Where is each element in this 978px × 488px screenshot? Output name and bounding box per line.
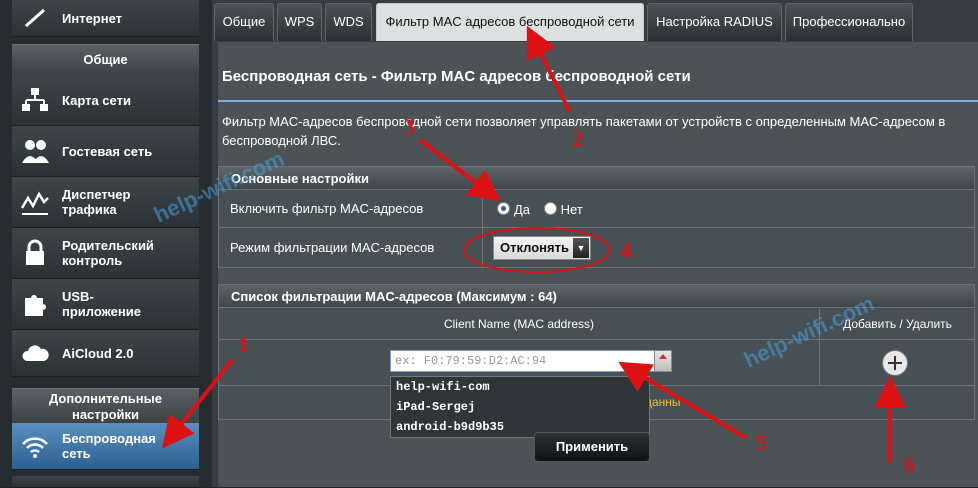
sidebar-item-label: AiCloud 2.0	[62, 345, 134, 361]
filter-mode-value: Отклонять	[500, 240, 569, 255]
sidebar-item-aicloud[interactable]: AiCloud 2.0	[12, 330, 199, 377]
col-client-name: Client Name (MAC address)	[443, 317, 595, 331]
sidebar: Интернет Общие Карта сети Гостевая сеть …	[0, 0, 212, 488]
tab-general[interactable]: Общие	[214, 3, 274, 41]
sidebar-item-wireless[interactable]: Беспроводная сеть	[12, 423, 199, 470]
radio-no[interactable]	[543, 202, 557, 215]
sidebar-item-label: Карта сети	[62, 92, 131, 108]
list-column-headers: Client Name (MAC address) Добавить / Уда…	[218, 308, 975, 340]
tab-wps[interactable]: WPS	[277, 3, 322, 41]
sidebar-item-label: Гостевая сеть	[62, 143, 153, 159]
sidebar-item-parental-control[interactable]: Родительский контроль	[12, 228, 199, 279]
sidebar-item-label: Родительский контроль	[62, 238, 154, 268]
mac-dropdown-button[interactable]	[654, 350, 672, 372]
cloud-icon	[18, 336, 52, 370]
traffic-manager-icon	[18, 185, 52, 219]
sidebar-item-label: Диспетчер трафика	[62, 187, 131, 217]
enable-filter-options: Да Нет	[497, 202, 583, 217]
sidebar-item-label: Беспроводная сеть	[62, 431, 156, 461]
dropdown-item[interactable]: help-wifi-com	[391, 377, 649, 397]
sidebar-item-guest-network[interactable]: Гостевая сеть	[12, 126, 199, 177]
title-divider	[218, 100, 978, 102]
sidebar-item-next[interactable]	[12, 476, 199, 488]
sidebar-item-label: USB-приложение	[62, 289, 141, 319]
tab-wds[interactable]: WDS	[325, 3, 372, 41]
tab-mac-filter[interactable]: Фильтр MAC адресов беспроводной сети	[376, 3, 644, 41]
wifi-icon	[18, 429, 52, 463]
radio-yes[interactable]	[497, 202, 510, 215]
enable-filter-label: Включить фильтр MAC-адресов	[219, 190, 483, 227]
page-description: Фильтр MAC-адресов беспроводной сети поз…	[222, 114, 946, 148]
chevron-down-icon: ▼	[573, 238, 589, 258]
col-add-delete: Добавить / Удалить	[843, 317, 952, 331]
radio-no-label: Нет	[560, 202, 583, 217]
empty-list-text: данны	[645, 395, 681, 409]
enable-filter-row: Включить фильтр MAC-адресов Да Нет	[218, 190, 975, 228]
client-dropdown-list: help-wifi-com iPad-Sergej android-b9d9b3…	[390, 376, 650, 438]
network-map-icon	[18, 83, 52, 117]
section-header-label: Дополнительные настройки	[49, 391, 162, 422]
tab-radius[interactable]: Настройка RADIUS	[647, 3, 782, 41]
content-area: Беспроводная сеть - Фильтр MAC адресов б…	[218, 42, 978, 487]
section-header-general: Общие	[12, 44, 199, 75]
filter-mode-label: Режим фильтрации MAC-адресов	[219, 228, 483, 267]
sidebar-item-internet[interactable]: Интернет	[12, 0, 199, 37]
dropdown-item[interactable]: iPad-Sergej	[391, 397, 649, 417]
apply-button[interactable]: Применить	[534, 432, 650, 462]
radio-yes-label: Да	[514, 202, 531, 217]
col-divider	[819, 340, 820, 385]
puzzle-icon	[18, 287, 52, 321]
section-header-label: Общие	[83, 52, 128, 67]
internet-icon	[18, 1, 52, 35]
basic-settings-header: Основные настройки	[218, 166, 975, 190]
sidebar-item-label: Интернет	[62, 10, 123, 26]
tab-bar: Общие WPS WDS Фильтр MAC адресов беспров…	[212, 0, 978, 42]
tab-professional[interactable]: Профессионально	[785, 3, 913, 41]
main-panel: Общие WPS WDS Фильтр MAC адресов беспров…	[212, 0, 978, 487]
page-title: Беспроводная сеть - Фильтр MAC адресов б…	[222, 68, 691, 85]
filter-list-header: Список фильтрации MAC-адресов (Максимум …	[218, 284, 975, 308]
guest-network-icon	[18, 134, 52, 168]
filter-mode-row: Режим фильтрации MAC-адресов Отклонять ▼	[218, 228, 975, 268]
filter-mode-select[interactable]: Отклонять ▼	[493, 236, 591, 260]
sidebar-item-network-map[interactable]: Карта сети	[12, 75, 199, 126]
sidebar-item-usb-app[interactable]: USB-приложение	[12, 279, 199, 330]
sidebar-item-traffic-manager[interactable]: Диспетчер трафика	[12, 177, 199, 228]
lock-icon	[18, 236, 52, 270]
mac-address-input[interactable]: ex: F0:79:59:D2:AC:94	[390, 350, 670, 372]
add-button[interactable]	[882, 350, 908, 376]
section-header-advanced: Дополнительные настройки	[12, 388, 199, 423]
